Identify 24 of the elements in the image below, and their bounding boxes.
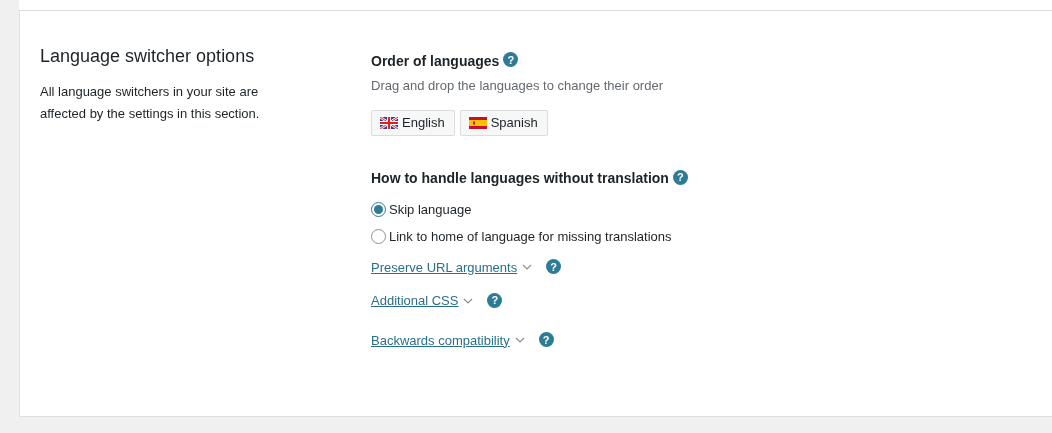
- radio-button[interactable]: [371, 229, 386, 244]
- expand-link[interactable]: Preserve URL arguments: [371, 259, 518, 275]
- field-heading: How to handle languages without translation: [371, 170, 669, 186]
- chevron-down-icon: [522, 264, 533, 271]
- section-title: Language switcher options: [40, 46, 256, 67]
- expand-link[interactable]: Backwards compatibility: [371, 332, 510, 348]
- help-icon[interactable]: ?: [538, 332, 554, 347]
- chevron-down-icon: [463, 297, 474, 304]
- expand-link[interactable]: Additional CSS: [371, 293, 459, 309]
- help-icon[interactable]: ?: [503, 52, 519, 67]
- help-icon[interactable]: ?: [672, 169, 688, 185]
- radio-button[interactable]: [371, 202, 386, 217]
- language-chip[interactable]: English: [371, 109, 455, 136]
- radio-label: Skip language: [389, 202, 472, 217]
- language-chip[interactable]: Spanish: [459, 109, 548, 136]
- chevron-down-icon: [514, 337, 525, 344]
- field-hint: Drag and drop the languages to change their order: [371, 77, 664, 93]
- help-icon[interactable]: ?: [487, 292, 503, 308]
- section-description: All language switchers in your site are affected by the settings in this section.: [40, 83, 261, 123]
- help-icon[interactable]: ?: [546, 259, 562, 274]
- radio-label: Link to home of language for missing translations: [389, 229, 672, 244]
- field-heading: Order of languages: [371, 52, 500, 69]
- flag-icon: [380, 116, 398, 129]
- flag-icon: [468, 116, 487, 129]
